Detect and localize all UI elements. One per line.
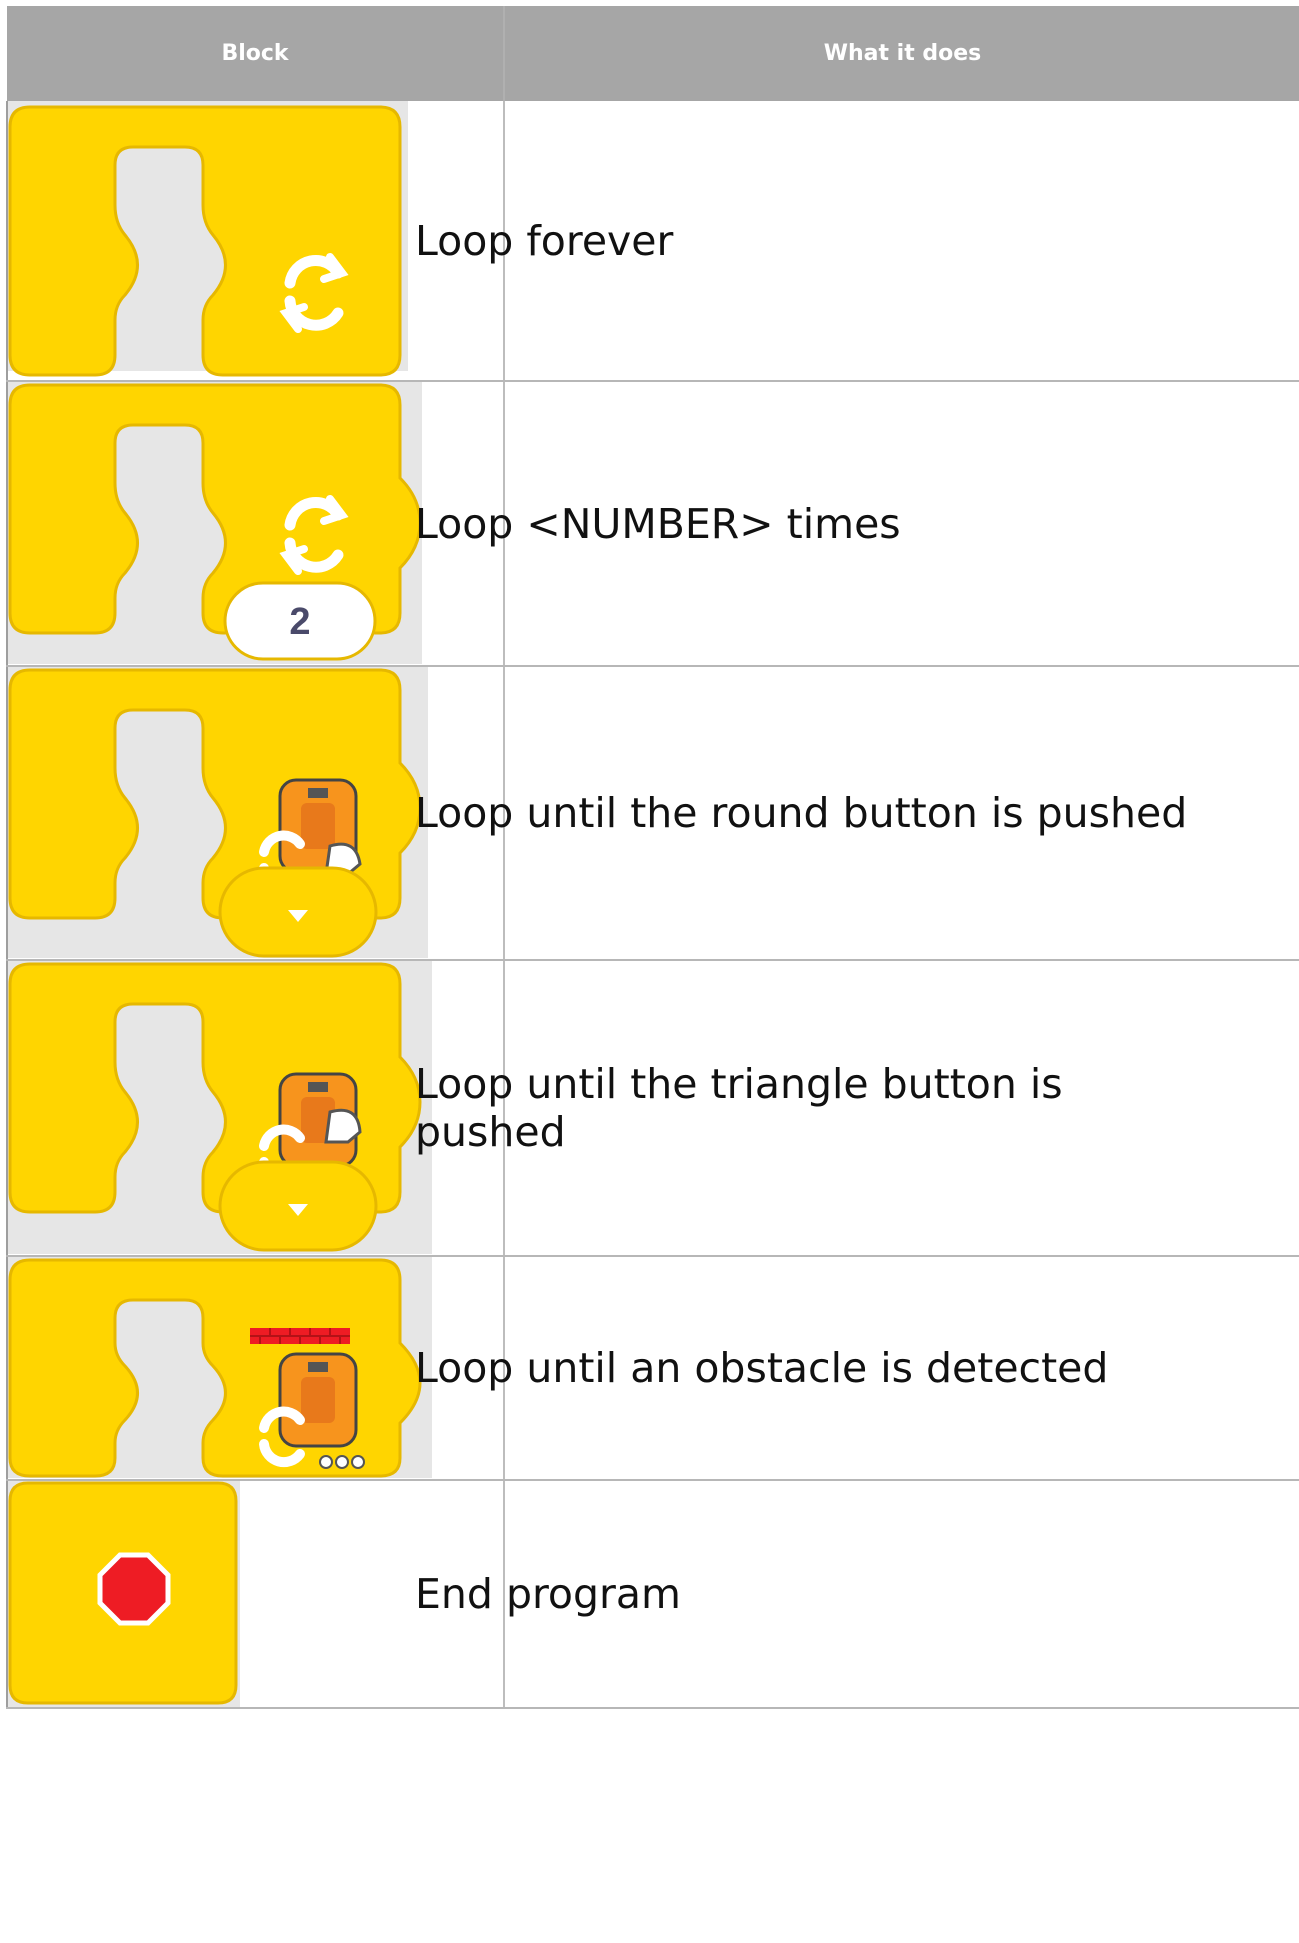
table-row: 2 Loop <NUMBER> times bbox=[6, 381, 1299, 667]
brick-wall-icon bbox=[250, 1327, 350, 1344]
dots-icon bbox=[319, 1454, 365, 1469]
description-cell: Loop until the round button is pushed bbox=[415, 666, 1299, 961]
hand-icon bbox=[324, 1108, 362, 1143]
header-what-it-does: What it does bbox=[504, 6, 1299, 101]
table-row: End program bbox=[6, 1480, 1299, 1709]
description-cell: Loop until an obstacle is detected bbox=[415, 1256, 1299, 1481]
number-value: 2 bbox=[289, 601, 310, 643]
description-text: Loop <NUMBER> times bbox=[415, 499, 901, 548]
loop-until-obstacle-block-icon bbox=[8, 1258, 422, 1477]
description-text: Loop until an obstacle is detected bbox=[415, 1344, 1109, 1392]
description-text: End program bbox=[415, 1570, 681, 1618]
description-text: Loop forever bbox=[415, 216, 674, 265]
table-row: Loop until an obstacle is detected bbox=[6, 1256, 1299, 1481]
description-cell: Loop until the triangle button is pushed bbox=[415, 960, 1299, 1257]
robot-icon bbox=[278, 1352, 358, 1447]
table-row: Loop until the round button is pushed bbox=[6, 666, 1299, 961]
stop-sign-icon bbox=[97, 1552, 171, 1626]
description-text: Loop until the round button is pushed bbox=[415, 789, 1188, 837]
loop-forever-block-icon bbox=[8, 105, 402, 376]
header-block: Block bbox=[7, 6, 505, 101]
table-header-row: Block What it does bbox=[7, 6, 1299, 101]
description-text: Loop until the triangle button is pushed bbox=[415, 1060, 1063, 1156]
loop-until-triangle-button-block-icon bbox=[8, 962, 422, 1251]
loop-number-times-block-icon: 2 bbox=[8, 383, 422, 660]
table-row: Loop forever bbox=[6, 101, 1299, 382]
loop-until-round-button-block-icon bbox=[8, 668, 422, 957]
description-cell: Loop forever bbox=[415, 101, 1299, 382]
description-cell: End program bbox=[415, 1480, 1299, 1709]
end-program-block-icon bbox=[8, 1481, 238, 1705]
table-row: Loop until the triangle button is pushed bbox=[6, 960, 1299, 1257]
blocks-table: Block What it does Loop forever 2 Loop <… bbox=[6, 6, 1299, 1709]
description-cell: Loop <NUMBER> times bbox=[415, 381, 1299, 667]
